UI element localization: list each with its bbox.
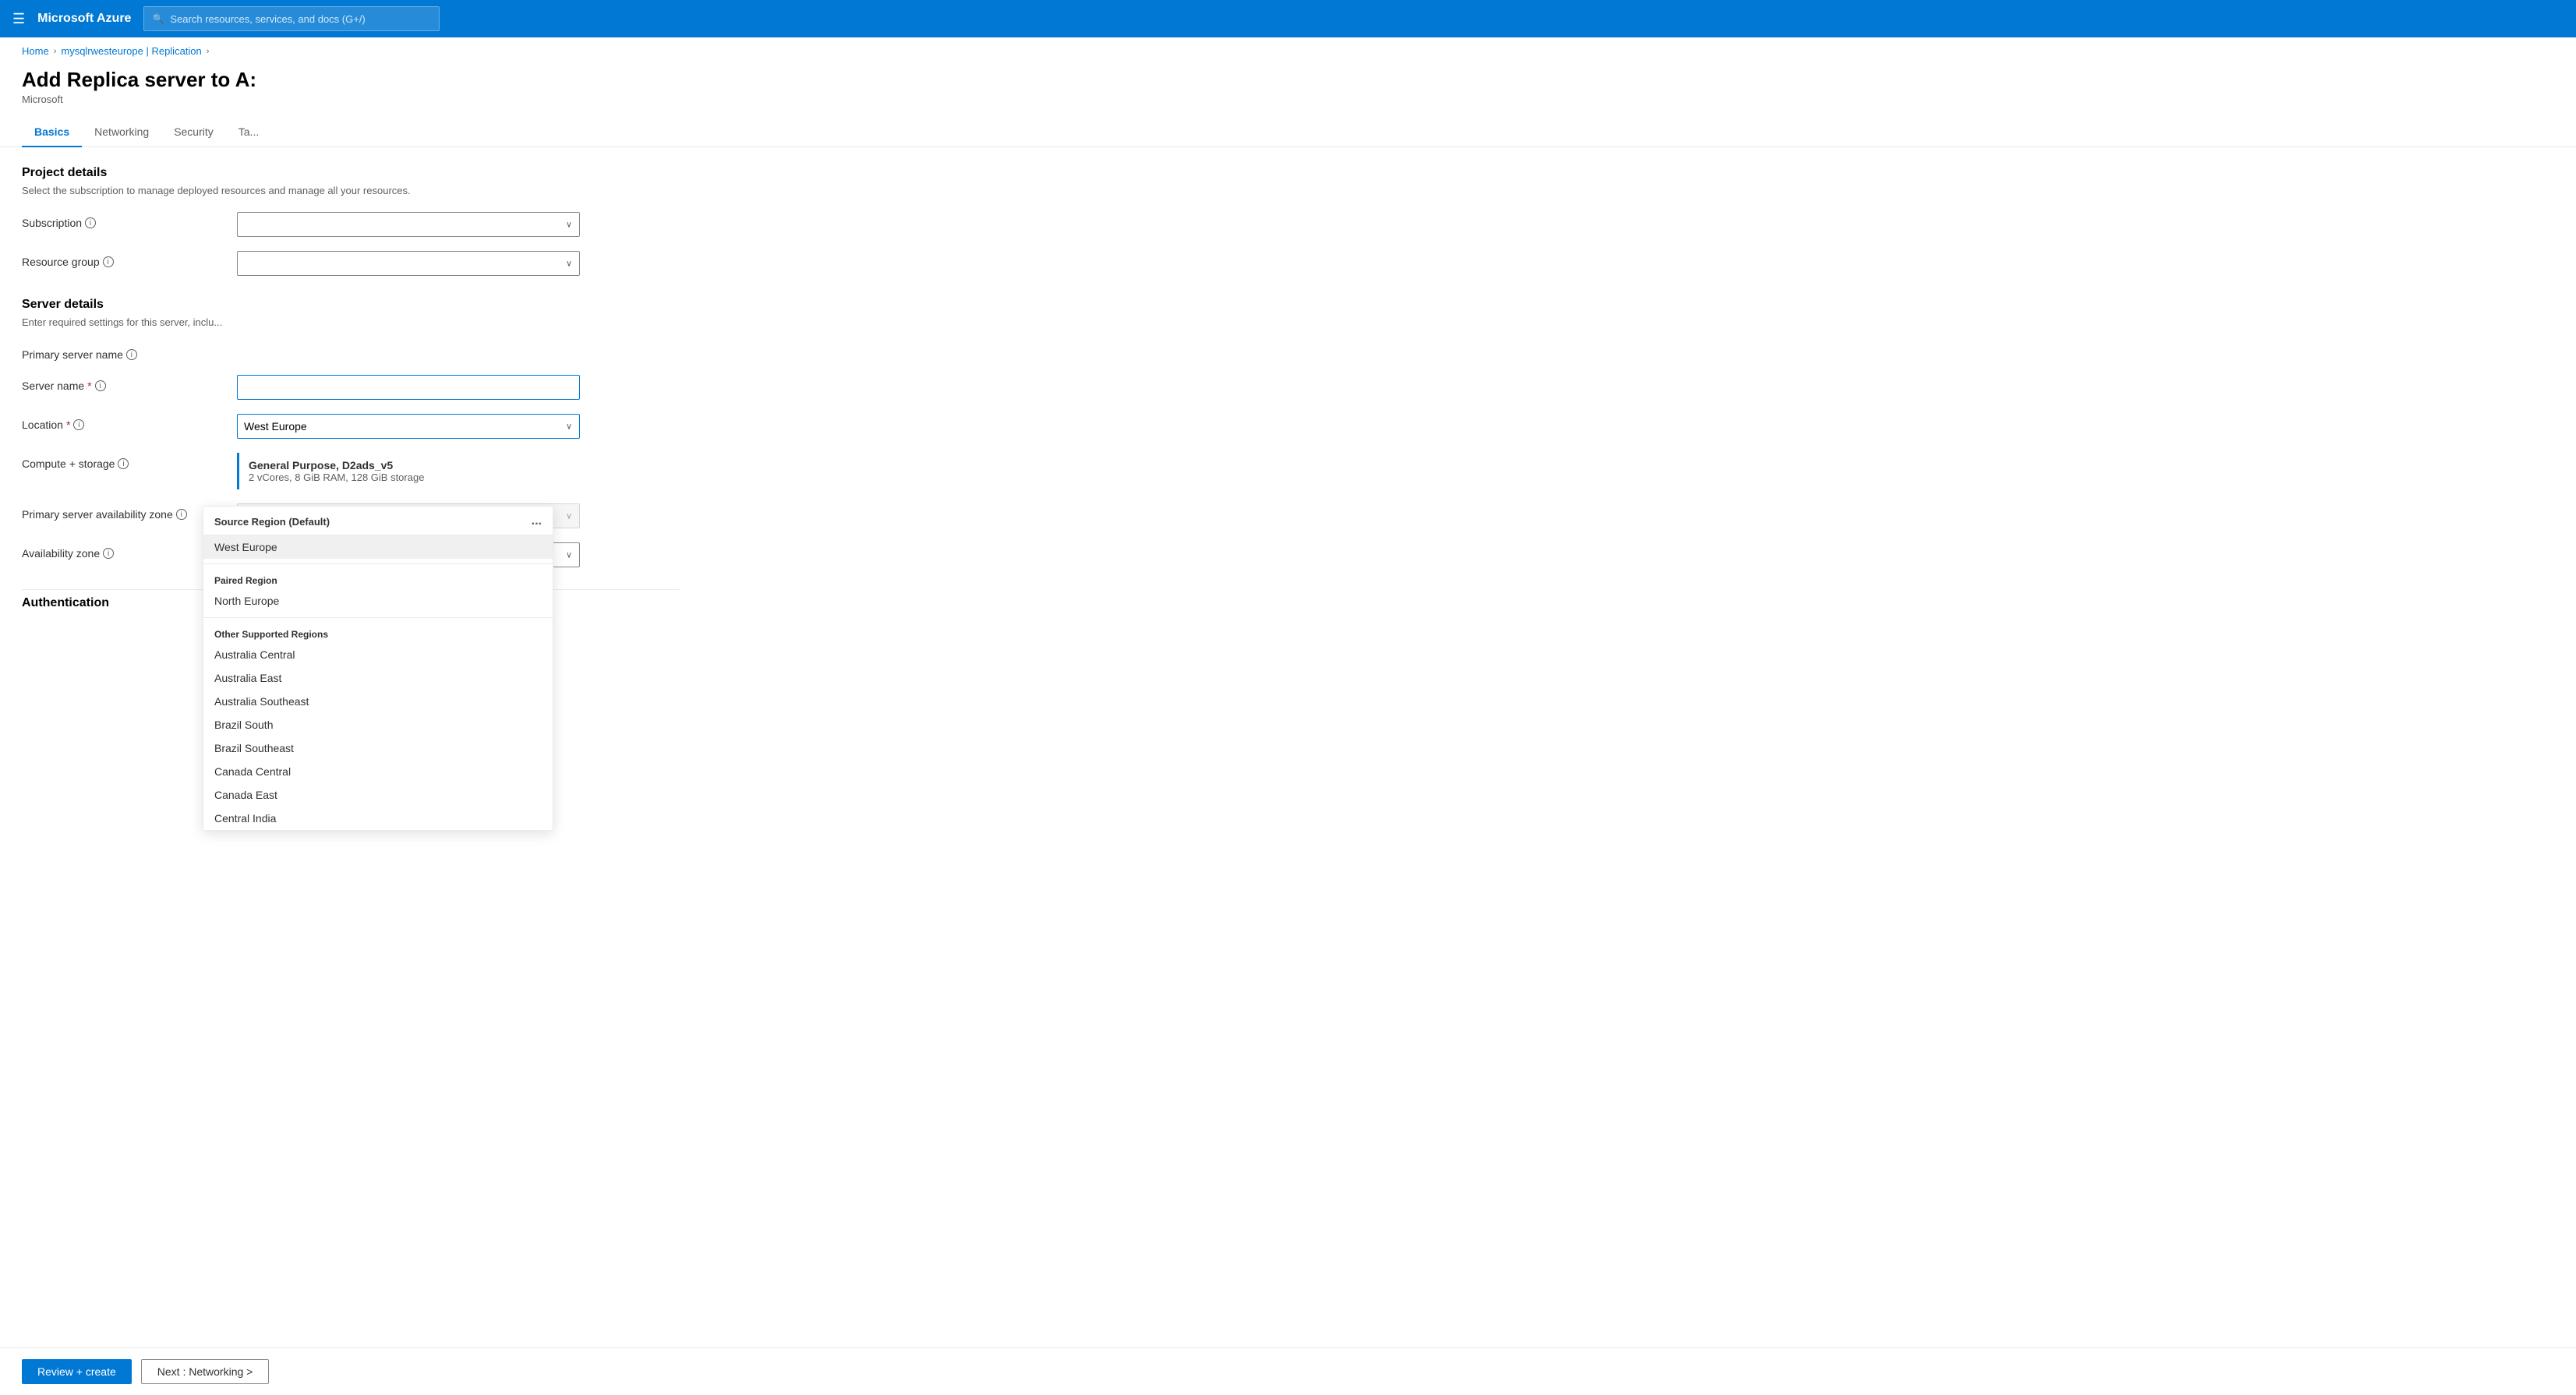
dropdown-item-canada-east[interactable]: Canada East bbox=[203, 783, 553, 807]
dropdown-other-regions-header: Other Supported Regions bbox=[203, 623, 553, 643]
primary-az-info-icon[interactable]: i bbox=[176, 509, 187, 520]
dropdown-item-canada-central[interactable]: Canada Central bbox=[203, 760, 553, 783]
dropdown-more-icon[interactable]: ... bbox=[532, 514, 542, 528]
dropdown-item-australia-southeast[interactable]: Australia Southeast bbox=[203, 690, 553, 713]
top-nav: ☰ Microsoft Azure 🔍 Search resources, se… bbox=[0, 0, 2576, 37]
compute-storage-info-icon[interactable]: i bbox=[118, 458, 129, 469]
server-name-control bbox=[237, 375, 580, 400]
tab-basics[interactable]: Basics bbox=[22, 118, 82, 147]
location-label: Location * i bbox=[22, 414, 224, 431]
location-dropdown: Source Region (Default) ... West Europe … bbox=[203, 506, 553, 831]
project-details-title: Project details bbox=[22, 166, 680, 180]
project-details-section: Project details Select the subscription … bbox=[22, 166, 680, 276]
subscription-row: Subscription i ∨ bbox=[22, 212, 680, 237]
resource-group-label: Resource group i bbox=[22, 251, 224, 268]
server-name-label: Server name * i bbox=[22, 375, 224, 392]
tab-tags[interactable]: Ta... bbox=[226, 118, 271, 147]
review-create-button[interactable]: Review + create bbox=[22, 1359, 132, 1384]
page-header: Add Replica server to A: Microsoft bbox=[0, 65, 2576, 118]
resource-group-row: Resource group i ∨ bbox=[22, 251, 680, 276]
dropdown-item-central-india[interactable]: Central India bbox=[203, 807, 553, 830]
compute-storage-label: Compute + storage i bbox=[22, 453, 224, 470]
primary-server-name-label: Primary server name i bbox=[22, 344, 224, 361]
project-details-desc: Select the subscription to manage deploy… bbox=[22, 185, 680, 196]
dropdown-item-brazil-southeast[interactable]: Brazil Southeast bbox=[203, 736, 553, 760]
subscription-control: ∨ bbox=[237, 212, 580, 237]
server-name-info-icon[interactable]: i bbox=[95, 380, 106, 391]
compute-box[interactable]: General Purpose, D2ads_v5 2 vCores, 8 Gi… bbox=[237, 453, 580, 489]
server-details-title: Server details bbox=[22, 298, 680, 312]
compute-desc: 2 vCores, 8 GiB RAM, 128 GiB storage bbox=[249, 471, 571, 483]
server-name-required: * bbox=[87, 380, 91, 392]
subscription-select-wrapper: ∨ bbox=[237, 212, 580, 237]
primary-server-name-row: Primary server name i bbox=[22, 344, 680, 361]
server-name-input[interactable] bbox=[237, 375, 580, 400]
server-name-row: Server name * i bbox=[22, 375, 680, 400]
location-select-wrapper: West Europe ∨ bbox=[237, 414, 580, 439]
dropdown-scroll-area[interactable]: West Europe Paired Region North Europe O… bbox=[203, 535, 553, 830]
tab-networking[interactable]: Networking bbox=[82, 118, 161, 147]
location-row: Location * i West Europe ∨ bbox=[22, 414, 680, 439]
subscription-info-icon[interactable]: i bbox=[85, 217, 96, 228]
main-content: Project details Select the subscription … bbox=[0, 147, 701, 629]
dropdown-item-north-europe[interactable]: North Europe bbox=[203, 589, 553, 613]
dropdown-item-west-europe[interactable]: West Europe bbox=[203, 535, 553, 559]
breadcrumb-parent[interactable]: mysqlrwesteurope | Replication bbox=[61, 45, 201, 57]
subscription-label: Subscription i bbox=[22, 212, 224, 229]
server-details-desc: Enter required settings for this server,… bbox=[22, 316, 680, 328]
availability-zone-info-icon[interactable]: i bbox=[103, 548, 114, 559]
search-placeholder: Search resources, services, and docs (G+… bbox=[170, 13, 365, 25]
resource-group-select-wrapper: ∨ bbox=[237, 251, 580, 276]
location-select[interactable]: West Europe bbox=[237, 414, 580, 439]
primary-server-name-info-icon[interactable]: i bbox=[126, 349, 137, 360]
breadcrumb-home[interactable]: Home bbox=[22, 45, 49, 57]
resource-group-info-icon[interactable]: i bbox=[103, 256, 114, 267]
location-info-icon[interactable]: i bbox=[73, 419, 84, 430]
dropdown-header-label: Source Region (Default) bbox=[214, 516, 330, 528]
compute-storage-row: Compute + storage i General Purpose, D2a… bbox=[22, 453, 680, 489]
azure-logo: Microsoft Azure bbox=[37, 12, 131, 26]
availability-zone-label: Availability zone i bbox=[22, 542, 224, 560]
dropdown-header: Source Region (Default) ... bbox=[203, 507, 553, 535]
dropdown-paired-region-header: Paired Region bbox=[203, 569, 553, 589]
resource-group-control: ∨ bbox=[237, 251, 580, 276]
hamburger-icon[interactable]: ☰ bbox=[12, 11, 25, 27]
search-icon: 🔍 bbox=[152, 13, 164, 24]
breadcrumb-sep1: › bbox=[54, 47, 57, 56]
resource-group-select[interactable] bbox=[237, 251, 580, 276]
breadcrumb-sep2: › bbox=[207, 47, 210, 56]
next-networking-button[interactable]: Next : Networking > bbox=[141, 1359, 270, 1384]
breadcrumb: Home › mysqlrwesteurope | Replication › bbox=[0, 37, 2576, 65]
location-required: * bbox=[66, 418, 70, 431]
compute-title: General Purpose, D2ads_v5 bbox=[249, 459, 571, 471]
tab-security[interactable]: Security bbox=[161, 118, 226, 147]
bottom-bar: Review + create Next : Networking > bbox=[0, 1347, 2576, 1395]
dropdown-divider-2 bbox=[203, 617, 553, 618]
location-control: West Europe ∨ bbox=[237, 414, 580, 439]
dropdown-item-australia-east[interactable]: Australia East bbox=[203, 666, 553, 690]
dropdown-item-australia-central[interactable]: Australia Central bbox=[203, 643, 553, 666]
tabs-bar: Basics Networking Security Ta... bbox=[0, 118, 2576, 147]
page-title: Add Replica server to A: bbox=[22, 68, 2554, 92]
dropdown-item-brazil-south[interactable]: Brazil South bbox=[203, 713, 553, 736]
subscription-select[interactable] bbox=[237, 212, 580, 237]
search-bar[interactable]: 🔍 Search resources, services, and docs (… bbox=[143, 6, 440, 31]
page-subtitle: Microsoft bbox=[22, 94, 2554, 105]
compute-storage-control: General Purpose, D2ads_v5 2 vCores, 8 Gi… bbox=[237, 453, 580, 489]
dropdown-divider-1 bbox=[203, 563, 553, 564]
primary-az-label: Primary server availability zone i bbox=[22, 503, 224, 521]
